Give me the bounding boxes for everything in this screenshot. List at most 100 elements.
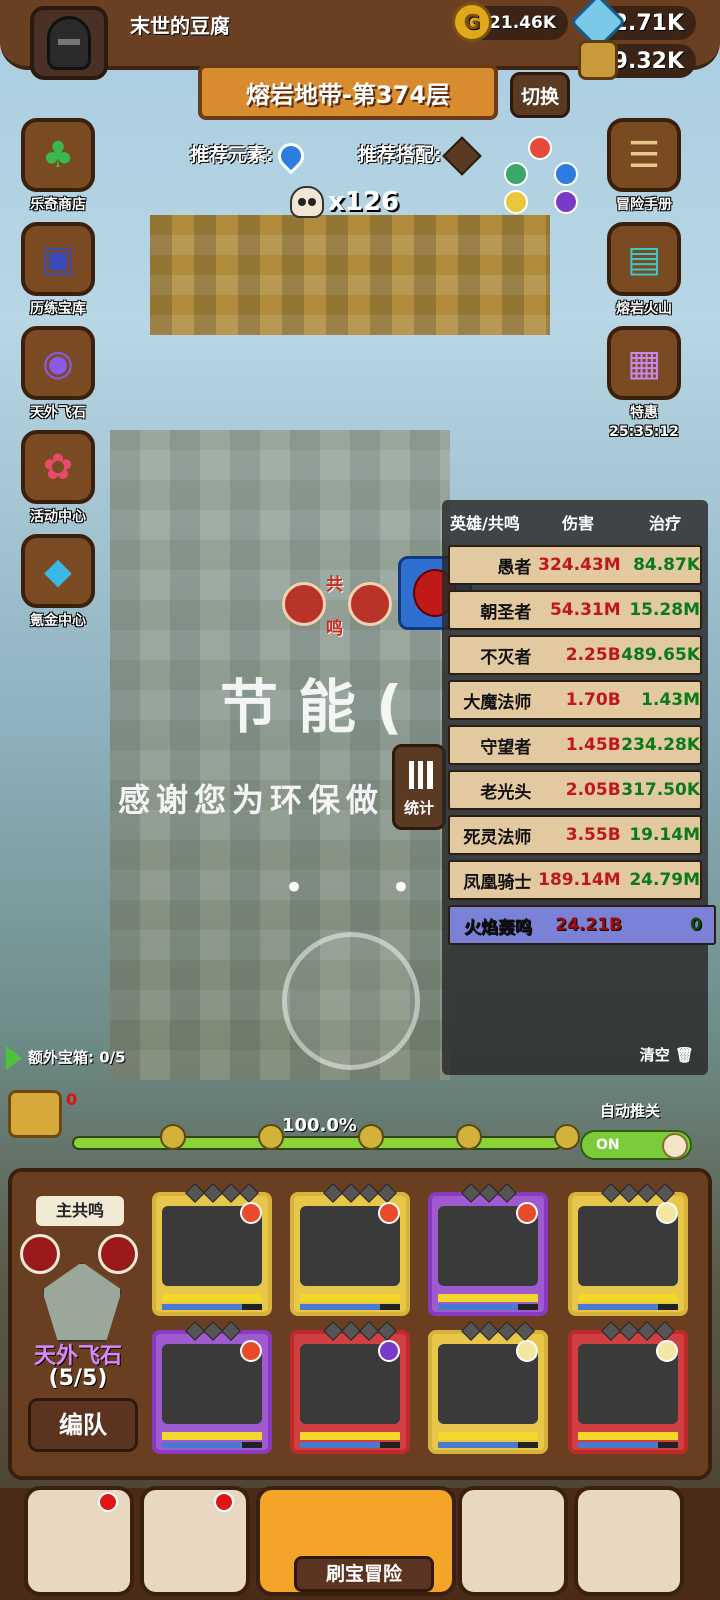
hero-card[interactable] bbox=[428, 1183, 548, 1316]
stats-row-damage: 324.43M bbox=[538, 555, 621, 575]
resonance-char-bottom: 鸣 bbox=[326, 619, 343, 639]
extra-chest-counter: 额外宝箱: 0/5 bbox=[6, 1046, 126, 1070]
scroll-icon: ☰ bbox=[627, 134, 661, 176]
stats-row-damage: 2.05B bbox=[565, 780, 621, 800]
stats-toggle-button[interactable]: 统计 bbox=[392, 744, 446, 830]
player-avatar[interactable] bbox=[30, 6, 108, 80]
clear-stats-button[interactable]: 清空 🗑 bbox=[640, 1044, 694, 1065]
play-arrow-icon bbox=[6, 1046, 22, 1070]
clear-label: 清空 bbox=[639, 1046, 670, 1064]
side-button-label: 熔岩火山 bbox=[616, 301, 672, 317]
stats-row-heal: 489.65K bbox=[621, 645, 701, 665]
auto-push-label: 自动推关 bbox=[600, 1102, 661, 1120]
kill-count-value: x126 bbox=[328, 187, 400, 217]
team-edit-button[interactable]: 编队 bbox=[28, 1398, 138, 1452]
auto-push-toggle[interactable]: ON bbox=[580, 1130, 692, 1160]
stats-row: 守望者 1.45B 234.28K bbox=[448, 725, 702, 765]
side-button-lava-volcano[interactable]: ▤ 熔岩火山 bbox=[606, 222, 682, 318]
resonance-sigil-right-icon bbox=[98, 1234, 138, 1274]
light-element-icon bbox=[656, 1202, 678, 1224]
offer-timer: 25:35:12 bbox=[609, 424, 679, 440]
stats-row-heal: 19.14M bbox=[629, 825, 701, 845]
vortex-icon: ◉ bbox=[42, 342, 74, 384]
energy-saving-title: 节能( bbox=[220, 673, 423, 741]
side-button-adventure-guide[interactable]: ☰ 冒险手册 bbox=[606, 118, 682, 214]
stats-row-damage: 189.14M bbox=[538, 870, 621, 890]
side-button-events[interactable]: ✿ 活动中心 bbox=[20, 430, 96, 526]
clover-icon: ♣ bbox=[41, 134, 75, 176]
water-element-icon bbox=[554, 162, 578, 186]
stats-row-heal: 15.28M bbox=[629, 600, 701, 620]
level-banner: 熔岩地带-第374层 bbox=[198, 64, 498, 120]
resonance-badge: 共 鸣 bbox=[282, 568, 392, 639]
side-button-label: 冒险手册 bbox=[616, 197, 672, 213]
kill-counter: x126 bbox=[290, 186, 399, 218]
nav-forge-button[interactable] bbox=[574, 1486, 684, 1596]
hero-card[interactable] bbox=[568, 1321, 688, 1454]
main-resonance-count: (5/5) bbox=[48, 1366, 108, 1391]
hero-card[interactable] bbox=[152, 1183, 272, 1316]
hero-card[interactable] bbox=[568, 1183, 688, 1316]
resonance-left-icon bbox=[282, 582, 326, 626]
stats-row: 凤凰骑士 189.14M 24.79M bbox=[448, 860, 702, 900]
skull-icon bbox=[290, 186, 324, 218]
bouquet-icon: ✿ bbox=[42, 446, 74, 488]
key-icon bbox=[358, 1124, 384, 1150]
switch-level-button[interactable]: 切换 bbox=[510, 72, 570, 118]
notification-dot bbox=[214, 1492, 234, 1512]
key-icon bbox=[258, 1124, 284, 1150]
stats-row-name: 守望者 bbox=[480, 737, 532, 758]
hero-card[interactable] bbox=[152, 1321, 272, 1454]
fire-element-icon bbox=[516, 1202, 538, 1224]
fire-element-icon bbox=[240, 1202, 262, 1224]
potion-counter[interactable]: 9.32K bbox=[578, 40, 696, 80]
hero-card[interactable] bbox=[290, 1321, 410, 1454]
stats-row-damage: 24.21B bbox=[555, 915, 622, 935]
light-element-icon bbox=[504, 190, 528, 214]
stats-row-damage: 1.45B bbox=[565, 735, 621, 755]
recommend-combo-label: 推荐搭配: bbox=[358, 144, 442, 166]
stats-header-name: 英雄/共鸣 bbox=[450, 514, 520, 533]
warning-icon bbox=[441, 135, 482, 176]
hero-card[interactable] bbox=[428, 1321, 548, 1454]
trash-icon: 🗑 bbox=[674, 1046, 694, 1064]
stage-progress-bar bbox=[72, 1136, 562, 1150]
nav-active-label: 刷宝冒险 bbox=[294, 1556, 434, 1592]
side-button-label: 活动中心 bbox=[30, 509, 86, 525]
stats-row-name: 凤凰骑士 bbox=[463, 872, 532, 893]
side-button-label: 氪金中心 bbox=[30, 613, 86, 629]
stats-row-damage: 1.70B bbox=[565, 690, 621, 710]
treasure-chest-icon[interactable] bbox=[8, 1090, 62, 1138]
diamond-icon: ◆ bbox=[44, 550, 72, 592]
water-drop-icon bbox=[272, 137, 309, 174]
gold-counter[interactable]: G 621.46K bbox=[452, 2, 568, 42]
side-button-trial-vault[interactable]: ▣ 历练宝库 bbox=[20, 222, 96, 318]
progress-text: 100.0% bbox=[282, 1115, 357, 1136]
side-button-special-offer[interactable]: ▦ 特惠 25:35:12 bbox=[606, 326, 682, 440]
progress-fill bbox=[74, 1138, 560, 1148]
recommend-element-label: 推荐元素: bbox=[190, 144, 274, 166]
stats-row-name: 朝圣者 bbox=[480, 602, 532, 623]
toggle-knob bbox=[662, 1133, 688, 1159]
recommend-combo[interactable]: 推荐搭配: bbox=[358, 135, 482, 176]
virtual-joystick[interactable] bbox=[282, 932, 420, 1070]
resonance-char-top: 共 bbox=[326, 575, 343, 595]
side-button-label: 特惠 bbox=[630, 405, 658, 421]
fire-element-icon bbox=[528, 136, 552, 160]
side-button-meteor[interactable]: ◉ 天外飞石 bbox=[20, 326, 96, 422]
extra-chest-label: 额外宝箱: bbox=[28, 1048, 94, 1067]
key-icon bbox=[456, 1124, 482, 1150]
side-button-lucky-shop[interactable]: ♣ 乐奇商店 bbox=[20, 118, 96, 214]
nav-backpack-button[interactable] bbox=[458, 1486, 568, 1596]
side-button-top-up[interactable]: ◆ 氪金中心 bbox=[20, 534, 96, 630]
gem-counter[interactable]: 2.71K bbox=[569, 0, 696, 51]
knight-helmet-icon bbox=[47, 16, 91, 70]
stats-row-heal: 1.43M bbox=[641, 690, 701, 710]
dark-element-icon bbox=[378, 1340, 400, 1362]
stats-row-name: 火焰轰鸣 bbox=[464, 917, 532, 938]
stats-row-name: 愚者 bbox=[497, 557, 532, 578]
notification-dot bbox=[98, 1492, 118, 1512]
stats-row-name: 不灭者 bbox=[480, 647, 532, 668]
stats-row-damage: 2.25B bbox=[565, 645, 621, 665]
hero-card[interactable] bbox=[290, 1183, 410, 1316]
